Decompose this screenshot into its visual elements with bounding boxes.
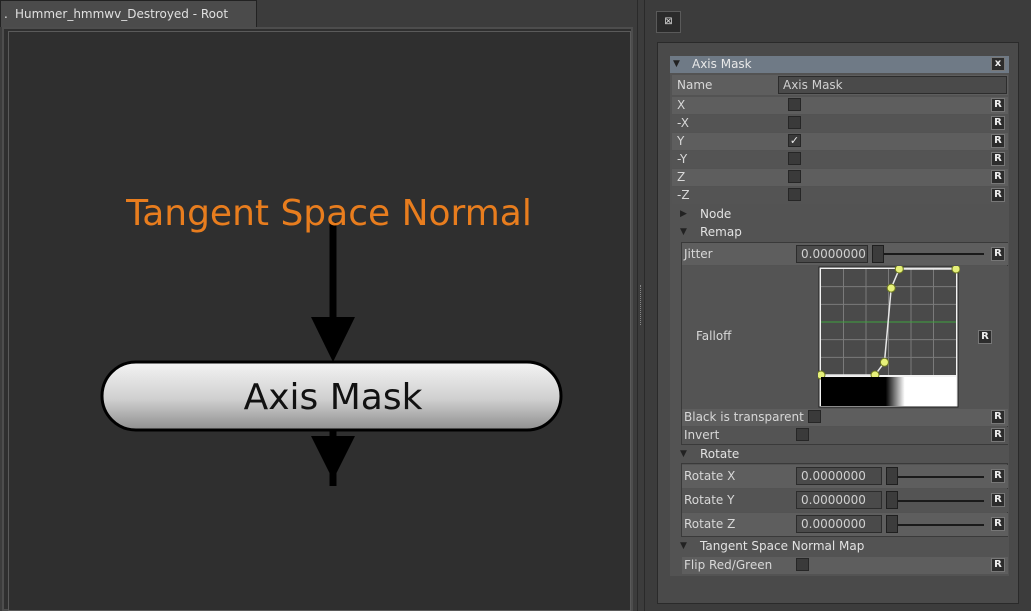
curve-control-point[interactable] bbox=[894, 266, 904, 274]
curve-control-point[interactable] bbox=[886, 283, 896, 293]
app-root: . Hummer_hmmwv_Destroyed - Root Axis Mas… bbox=[0, 0, 1031, 611]
rotate-field[interactable]: 0.0000000 bbox=[796, 491, 882, 509]
close-panel-button[interactable]: ⊠ bbox=[656, 11, 681, 33]
jitter-reset-button[interactable]: R bbox=[991, 247, 1005, 261]
jitter-label: Jitter bbox=[684, 247, 713, 261]
rotate-group-label: Rotate bbox=[700, 447, 740, 461]
axis-checkbox[interactable]: ✓ bbox=[788, 134, 801, 147]
axis-reset-button[interactable]: R bbox=[991, 170, 1005, 184]
input-label[interactable]: Tangent Space Normal bbox=[125, 193, 532, 234]
rotate-field[interactable]: 0.0000000 bbox=[796, 515, 882, 533]
group-header-rotate[interactable]: ▼ Rotate bbox=[672, 445, 1008, 463]
graph-canvas[interactable]: Axis Mask Tangent Space Normal bbox=[8, 31, 631, 611]
falloff-reset-button[interactable]: R bbox=[978, 330, 992, 344]
axis-row: -Z bbox=[672, 187, 1008, 204]
input-arrow-icon bbox=[311, 317, 355, 362]
axis-row: Y bbox=[672, 133, 1008, 150]
collapse-triangle-icon[interactable]: ▼ bbox=[673, 56, 680, 73]
rotate-label: Rotate Y bbox=[684, 493, 735, 507]
jitter-slider-handle[interactable] bbox=[872, 245, 884, 263]
axis-label: Y bbox=[677, 134, 685, 148]
axis-label: -Y bbox=[677, 152, 688, 166]
graph-svg: Axis Mask Tangent Space Normal bbox=[100, 193, 563, 486]
axis-reset-button[interactable]: R bbox=[991, 188, 1005, 202]
axis-reset-button[interactable]: R bbox=[991, 134, 1005, 148]
tsn-group-label: Tangent Space Normal Map bbox=[700, 539, 865, 553]
rotate-reset-button[interactable]: R bbox=[991, 493, 1005, 507]
axis-label: -X bbox=[677, 116, 689, 130]
graph-tab-title: Hummer_hmmwv_Destroyed - Root bbox=[15, 7, 229, 21]
output-arrow-icon bbox=[311, 436, 355, 480]
section-header-axis-mask[interactable]: ▼ Axis Mask bbox=[670, 56, 1009, 73]
falloff-label: Falloff bbox=[696, 329, 732, 343]
collapse-triangle-icon[interactable]: ▼ bbox=[680, 537, 687, 555]
rotate-slider-handle[interactable] bbox=[886, 467, 898, 485]
group-header-tsn-map[interactable]: ▼ Tangent Space Normal Map bbox=[672, 537, 1008, 555]
rotate-slider-track[interactable] bbox=[886, 500, 984, 502]
jitter-field[interactable]: 0.0000000 bbox=[796, 245, 868, 263]
flip-red-green-reset-button[interactable]: R bbox=[991, 558, 1005, 572]
name-field[interactable]: Axis Mask bbox=[778, 76, 1007, 94]
axis-reset-button[interactable]: R bbox=[991, 152, 1005, 166]
group-header-node[interactable]: ▶ Node bbox=[672, 205, 1008, 223]
rotate-reset-button[interactable]: R bbox=[991, 469, 1005, 483]
rotate-slider-track[interactable] bbox=[886, 524, 984, 526]
node-label: Axis Mask bbox=[244, 377, 423, 418]
flip-red-green-label: Flip Red/Green bbox=[684, 558, 773, 572]
axis-reset-button[interactable]: R bbox=[991, 98, 1005, 112]
expand-triangle-icon[interactable]: ▶ bbox=[680, 205, 687, 223]
invert-row: Invert bbox=[682, 427, 1008, 444]
axis-row: -X bbox=[672, 115, 1008, 132]
falloff-curve-editor[interactable] bbox=[818, 266, 960, 408]
axis-row: -Y bbox=[672, 151, 1008, 168]
section-close-button[interactable]: x bbox=[991, 57, 1005, 71]
rotate-field[interactable]: 0.0000000 bbox=[796, 467, 882, 485]
curve-control-point[interactable] bbox=[951, 266, 960, 274]
collapse-triangle-icon[interactable]: ▼ bbox=[680, 445, 687, 463]
black-transparent-reset-button[interactable]: R bbox=[991, 410, 1005, 424]
graph-tab[interactable]: . Hummer_hmmwv_Destroyed - Root bbox=[0, 0, 257, 27]
axis-label: -Z bbox=[677, 188, 690, 202]
collapse-triangle-icon[interactable]: ▼ bbox=[680, 223, 687, 241]
axis-checkbox[interactable] bbox=[788, 152, 801, 165]
remap-group-label: Remap bbox=[700, 225, 742, 239]
rotate-label: Rotate Z bbox=[684, 517, 736, 531]
graph-pane[interactable]: Axis Mask Tangent Space Normal bbox=[2, 27, 633, 611]
axis-row: Z bbox=[672, 169, 1008, 186]
rotate-reset-button[interactable]: R bbox=[991, 517, 1005, 531]
flip-red-green-row: Flip Red/Green bbox=[682, 557, 1008, 574]
axis-row: X bbox=[672, 97, 1008, 114]
jitter-slider-track[interactable] bbox=[872, 253, 984, 255]
axis-checkbox[interactable] bbox=[788, 188, 801, 201]
axis-checkbox[interactable] bbox=[788, 98, 801, 111]
tab-marker: . bbox=[4, 7, 8, 21]
flip-red-green-checkbox[interactable] bbox=[796, 558, 809, 571]
black-transparent-row: Black is transparent bbox=[682, 409, 1008, 426]
rotate-label: Rotate X bbox=[684, 469, 736, 483]
splitter-grip[interactable] bbox=[640, 285, 643, 325]
pane-splitter[interactable] bbox=[637, 0, 645, 611]
rotate-slider-handle[interactable] bbox=[886, 515, 898, 533]
invert-reset-button[interactable]: R bbox=[991, 428, 1005, 442]
axis-checkbox[interactable] bbox=[788, 116, 801, 129]
falloff-gradient-preview bbox=[821, 377, 956, 406]
invert-checkbox[interactable] bbox=[796, 428, 809, 441]
black-transparent-label: Black is transparent bbox=[684, 410, 804, 424]
axis-checkbox[interactable] bbox=[788, 170, 801, 183]
axis-label: X bbox=[677, 98, 686, 112]
axis-reset-button[interactable]: R bbox=[991, 116, 1005, 130]
invert-label: Invert bbox=[684, 428, 720, 442]
node-group-label: Node bbox=[700, 207, 732, 221]
name-label: Name bbox=[677, 78, 713, 92]
rotate-slider-track[interactable] bbox=[886, 476, 984, 478]
section-title: Axis Mask bbox=[692, 57, 752, 71]
curve-control-point[interactable] bbox=[879, 357, 889, 367]
rotate-slider-handle[interactable] bbox=[886, 491, 898, 509]
group-header-remap[interactable]: ▼ Remap bbox=[672, 223, 1008, 241]
axis-label: Z bbox=[677, 170, 686, 184]
black-transparent-checkbox[interactable] bbox=[808, 410, 821, 423]
